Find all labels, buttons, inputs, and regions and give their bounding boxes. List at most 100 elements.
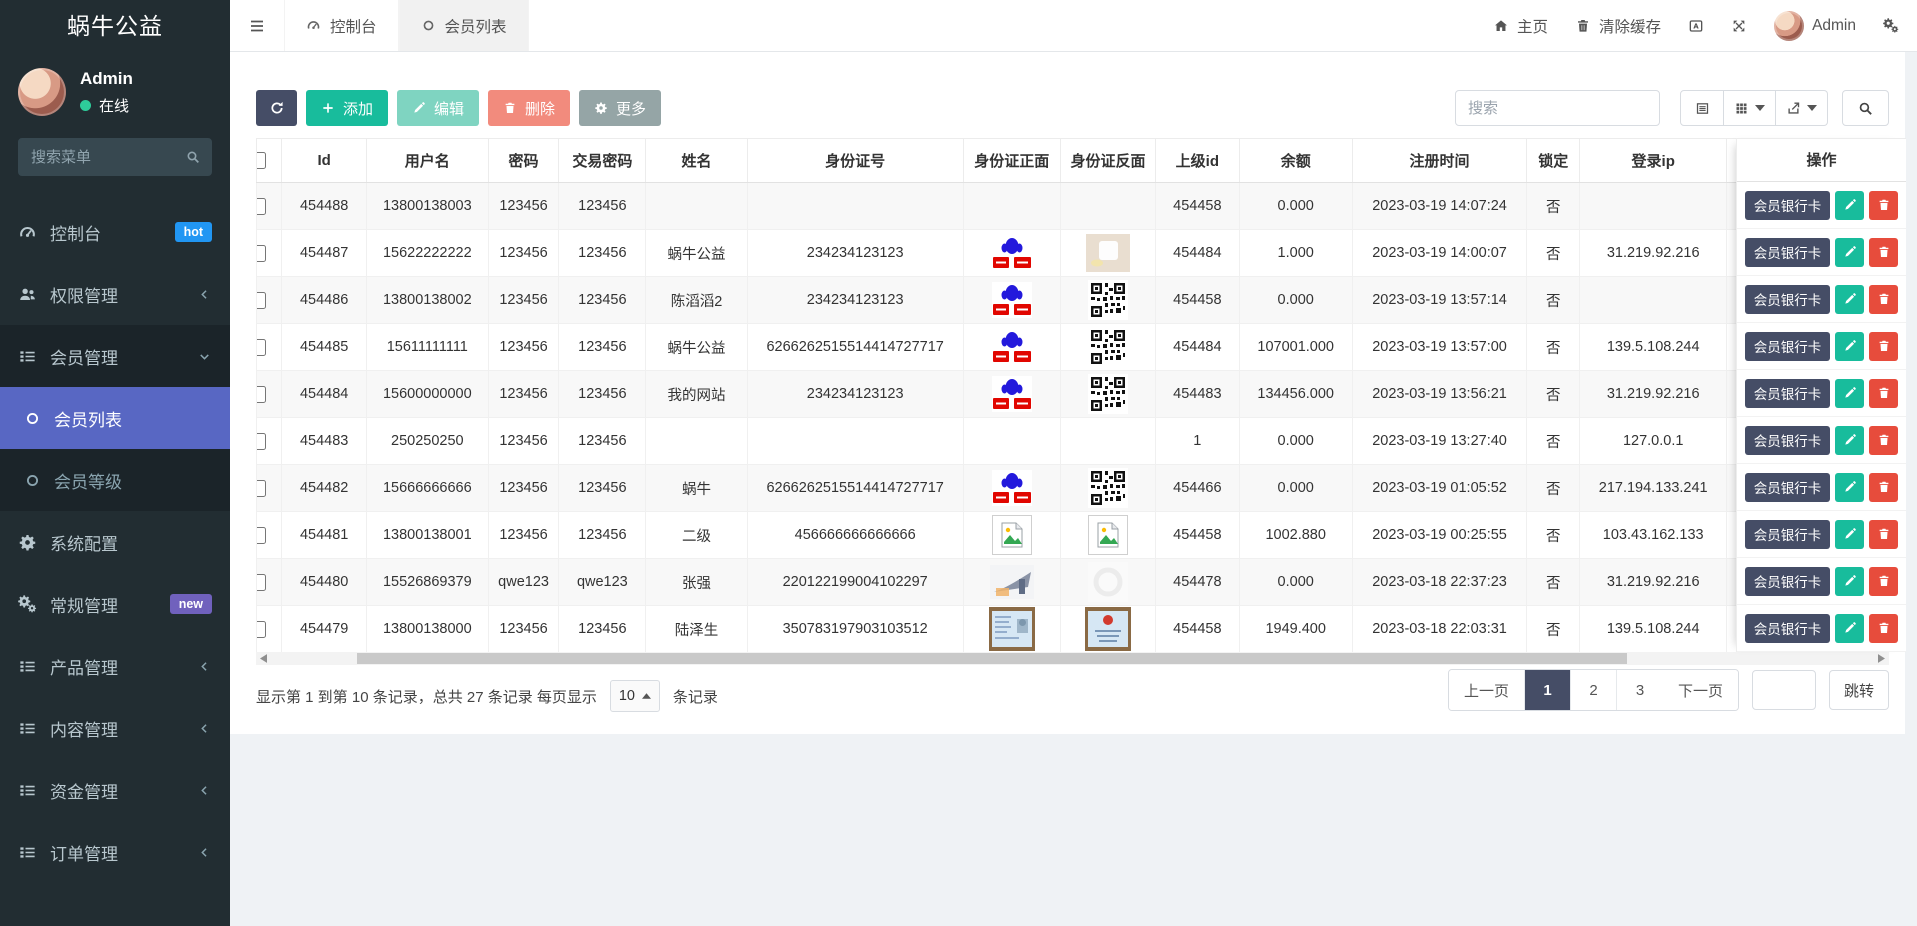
member-bank-card-button[interactable]: 会员银行卡	[1745, 614, 1831, 643]
member-bank-card-button[interactable]: 会员银行卡	[1745, 426, 1831, 455]
table-row[interactable]: 45448325025025012345612345610.0002023-03…	[257, 418, 1886, 465]
row-delete-button[interactable]	[1869, 238, 1898, 267]
row-delete-button[interactable]	[1869, 332, 1898, 361]
scroll-right-button[interactable]	[1874, 652, 1889, 665]
delete-button[interactable]: 删除	[488, 90, 570, 126]
table-row[interactable]: 45448515611111111123456123456蜗牛公益6266262…	[257, 324, 1886, 371]
row-edit-button[interactable]	[1835, 426, 1864, 455]
row-checkbox[interactable]	[257, 198, 267, 215]
row-edit-button[interactable]	[1835, 285, 1864, 314]
row-delete-button[interactable]	[1869, 473, 1898, 502]
tab-dashboard[interactable]: 控制台	[284, 0, 399, 51]
row-edit-button[interactable]	[1835, 332, 1864, 361]
row-checkbox[interactable]	[257, 245, 267, 262]
page-button-3[interactable]: 3	[1617, 670, 1663, 710]
id-front-image[interactable]	[992, 235, 1032, 271]
row-edit-button[interactable]	[1835, 567, 1864, 596]
id-front-image[interactable]	[992, 329, 1032, 365]
row-checkbox[interactable]	[257, 480, 267, 497]
more-button[interactable]: 更多	[579, 90, 661, 126]
member-bank-card-button[interactable]: 会员银行卡	[1745, 379, 1831, 408]
table-row[interactable]: 45448415600000000123456123456我的网站2342341…	[257, 371, 1886, 418]
next-page-button[interactable]: 下一页	[1663, 670, 1738, 710]
column-header[interactable]: Id	[282, 139, 367, 183]
topbar-clear-cache[interactable]: 清除缓存	[1575, 15, 1661, 37]
column-header[interactable]: 注册时间	[1352, 139, 1527, 183]
id-back-image[interactable]	[1088, 515, 1128, 555]
column-header[interactable]: 锁定	[1527, 139, 1580, 183]
table-row[interactable]: 45447913800138000123456123456陆泽生35078319…	[257, 606, 1886, 653]
table-row[interactable]: 45448215666666666123456123456蜗牛626626251…	[257, 465, 1886, 512]
prev-page-button[interactable]: 上一页	[1449, 670, 1525, 710]
search-submit-button[interactable]	[1842, 90, 1889, 126]
page-jump-input[interactable]	[1752, 670, 1816, 710]
row-checkbox[interactable]	[257, 386, 267, 403]
id-back-image[interactable]	[1088, 468, 1128, 508]
row-delete-button[interactable]	[1869, 285, 1898, 314]
row-checkbox[interactable]	[257, 339, 267, 356]
row-delete-button[interactable]	[1869, 426, 1898, 455]
scrollbar-track[interactable]	[271, 652, 1874, 665]
column-header[interactable]: 上级id	[1156, 139, 1240, 183]
column-header[interactable]: 用户名	[366, 139, 488, 183]
column-header[interactable]: 登录ip	[1580, 139, 1727, 183]
scrollbar-thumb[interactable]	[357, 653, 1627, 664]
topbar-settings[interactable]	[1883, 18, 1899, 34]
member-bank-card-button[interactable]: 会员银行卡	[1745, 191, 1831, 220]
sidebar-item-funds[interactable]: 资金管理	[0, 759, 230, 821]
member-bank-card-button[interactable]: 会员银行卡	[1745, 520, 1831, 549]
column-header[interactable]: 密码	[488, 139, 559, 183]
table-row[interactable]: 45448015526869379qwe123qwe123张强220122199…	[257, 559, 1886, 606]
id-back-image[interactable]	[1088, 374, 1128, 414]
topbar-fullscreen[interactable]	[1731, 18, 1747, 34]
column-header[interactable]: 余额	[1239, 139, 1352, 183]
topbar-admin-user[interactable]: Admin	[1774, 11, 1856, 41]
row-edit-button[interactable]	[1835, 238, 1864, 267]
menu-search-input[interactable]	[18, 138, 212, 176]
row-checkbox[interactable]	[257, 527, 267, 544]
topbar-home[interactable]: 主页	[1493, 15, 1548, 37]
page-jump-button[interactable]: 跳转	[1829, 670, 1889, 710]
sidebar-item-content[interactable]: 内容管理	[0, 697, 230, 759]
row-checkbox[interactable]	[257, 292, 267, 309]
table-row[interactable]: 45448715622222222123456123456蜗牛公益2342341…	[257, 230, 1886, 277]
id-front-image[interactable]	[992, 376, 1032, 412]
id-back-image[interactable]	[1086, 234, 1130, 272]
scroll-left-button[interactable]	[256, 652, 271, 665]
page-button-2[interactable]: 2	[1571, 670, 1617, 710]
row-checkbox[interactable]	[257, 433, 267, 450]
member-bank-card-button[interactable]: 会员银行卡	[1745, 285, 1831, 314]
sidebar-item-system-config[interactable]: 系统配置	[0, 511, 230, 573]
export-button[interactable]	[1776, 90, 1828, 126]
id-back-image[interactable]	[1085, 607, 1131, 651]
id-front-image[interactable]	[989, 607, 1035, 651]
member-bank-card-button[interactable]: 会员银行卡	[1745, 332, 1831, 361]
member-bank-card-button[interactable]: 会员银行卡	[1745, 238, 1831, 267]
id-front-image[interactable]	[990, 565, 1034, 599]
column-header[interactable]: 身份证正面	[963, 139, 1060, 183]
row-edit-button[interactable]	[1835, 520, 1864, 549]
row-delete-button[interactable]	[1869, 614, 1898, 643]
columns-button[interactable]	[1724, 90, 1776, 126]
page-button-1[interactable]: 1	[1525, 670, 1571, 710]
row-edit-button[interactable]	[1835, 191, 1864, 220]
sidebar-item-general[interactable]: 常规管理new	[0, 573, 230, 635]
page-size-select[interactable]: 10	[610, 680, 660, 712]
sidebar-toggle-button[interactable]	[230, 0, 284, 51]
refresh-button[interactable]	[256, 90, 297, 126]
table-search-input[interactable]	[1455, 90, 1660, 126]
id-back-image[interactable]	[1088, 280, 1128, 320]
id-front-image[interactable]	[992, 515, 1032, 555]
table-row[interactable]: 45448613800138002123456123456陈滔滔22342341…	[257, 277, 1886, 324]
sidebar-item-member-list[interactable]: 会员列表	[0, 387, 230, 449]
member-bank-card-button[interactable]: 会员银行卡	[1745, 567, 1831, 596]
sidebar-item-orders[interactable]: 订单管理	[0, 821, 230, 883]
tab-member-list[interactable]: 会员列表	[399, 0, 529, 51]
row-checkbox[interactable]	[257, 574, 267, 591]
sidebar-item-auth[interactable]: 权限管理	[0, 263, 230, 325]
topbar-language[interactable]	[1688, 18, 1704, 34]
sidebar-item-member[interactable]: 会员管理	[0, 325, 230, 387]
row-delete-button[interactable]	[1869, 379, 1898, 408]
column-header[interactable]: 交易密码	[559, 139, 646, 183]
row-delete-button[interactable]	[1869, 567, 1898, 596]
